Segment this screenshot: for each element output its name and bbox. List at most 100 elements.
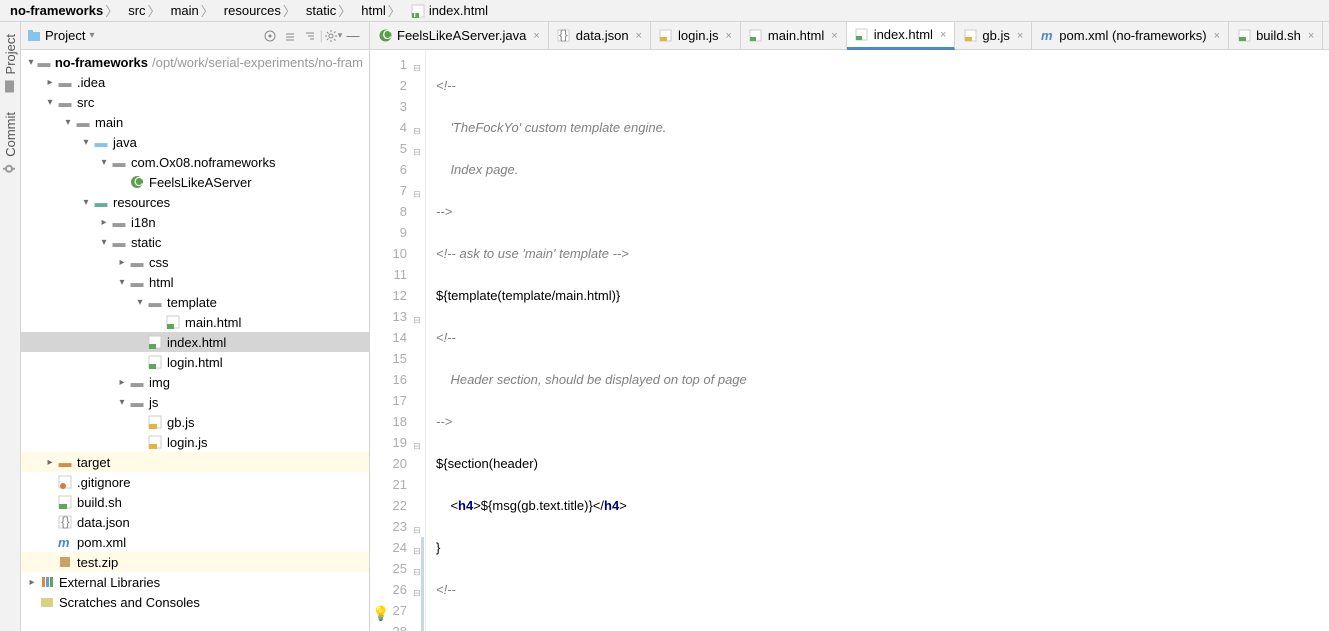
code-area[interactable]: <!-- 'TheFockYo' custom template engine.… (426, 50, 1329, 631)
js-file-icon (963, 29, 977, 43)
tree-loginhtml[interactable]: login.html (21, 352, 369, 372)
close-icon[interactable]: × (831, 30, 837, 42)
tab-pomxml[interactable]: mpom.xml (no-frameworks)× (1032, 22, 1229, 49)
tree-scratches[interactable]: Scratches and Consoles (21, 592, 369, 612)
tree-mainhtml[interactable]: main.html (21, 312, 369, 332)
folder-icon: ▬ (129, 394, 145, 410)
tree-html[interactable]: ▾▬html (21, 272, 369, 292)
tree-datajson[interactable]: {}data.json (21, 512, 369, 532)
folder-icon: ▬ (147, 294, 163, 310)
maven-icon: m (57, 534, 73, 550)
editor-body[interactable]: ⊟ ⊟ ⊟ ⊟ ⊟ ⊟ ⊟ ⊟ ⊟ ⊟ 💡 123456789101112131… (370, 50, 1329, 631)
left-tool-rail: Project Commit (0, 22, 21, 631)
svg-text:{}: {} (61, 515, 70, 529)
tab-gbjs[interactable]: gb.js× (955, 22, 1032, 49)
close-icon[interactable]: × (1017, 30, 1023, 42)
folder-icon: ▬ (111, 234, 127, 250)
html-file-icon (147, 354, 163, 370)
close-icon[interactable]: × (1214, 30, 1220, 42)
crumb-static[interactable]: static〉 (302, 1, 357, 20)
folder-icon: ▬ (57, 74, 73, 90)
tab-feelslikeaserver[interactable]: CFeelsLikeAServer.java× (370, 22, 549, 49)
crumb-resources[interactable]: resources〉 (220, 1, 302, 20)
close-icon[interactable]: × (1308, 30, 1314, 42)
tree-i18n[interactable]: ▸▬i18n (21, 212, 369, 232)
tree-buildsh[interactable]: build.sh (21, 492, 369, 512)
svg-text:C: C (134, 175, 143, 189)
tree-main[interactable]: ▾▬main (21, 112, 369, 132)
collapse-all-button[interactable] (300, 26, 320, 46)
project-view-selector[interactable]: Project ▾ (27, 28, 95, 43)
close-icon[interactable]: × (725, 30, 731, 42)
tree-src[interactable]: ▾▬src (21, 92, 369, 112)
module-icon: ▬ (37, 54, 51, 70)
tab-datajson[interactable]: {}data.json× (549, 22, 651, 49)
tree-idea[interactable]: ▸▬.idea (21, 72, 369, 92)
close-icon[interactable]: × (940, 29, 946, 41)
archive-icon (57, 554, 73, 570)
excluded-folder-icon: ▬ (57, 454, 73, 470)
tree-java[interactable]: ▾▬java (21, 132, 369, 152)
editor-pane: CFeelsLikeAServer.java× {}data.json× log… (370, 22, 1329, 631)
tree-template[interactable]: ▾▬template (21, 292, 369, 312)
close-icon[interactable]: × (533, 30, 539, 42)
rail-project-tab[interactable]: Project (1, 28, 20, 98)
sh-file-icon (57, 494, 73, 510)
html-file-icon (165, 314, 181, 330)
html-file-icon: H (411, 4, 425, 18)
tree-gbjs[interactable]: gb.js (21, 412, 369, 432)
tab-mainhtml[interactable]: main.html× (741, 22, 847, 49)
crumb-file[interactable]: H index.html (407, 3, 492, 18)
svg-text:C: C (382, 29, 391, 42)
breadcrumb: no-frameworks〉 src〉 main〉 resources〉 sta… (0, 0, 1329, 22)
tree-package[interactable]: ▾▬com.Ox08.noframeworks (21, 152, 369, 172)
rail-commit-tab[interactable]: Commit (1, 106, 20, 181)
folder-icon: ▬ (111, 214, 127, 230)
project-tree[interactable]: ▾▬no-frameworks/opt/work/serial-experime… (21, 50, 369, 631)
libraries-icon (39, 574, 55, 590)
close-icon[interactable]: × (636, 30, 642, 42)
tree-root[interactable]: ▾▬no-frameworks/opt/work/serial-experime… (21, 52, 369, 72)
source-folder-icon: ▬ (93, 134, 109, 150)
tree-static[interactable]: ▾▬static (21, 232, 369, 252)
gitignore-icon (57, 474, 73, 490)
html-file-icon (147, 334, 163, 350)
js-file-icon (659, 29, 673, 43)
tree-loginjs[interactable]: login.js (21, 432, 369, 452)
tree-js[interactable]: ▾▬js (21, 392, 369, 412)
settings-button[interactable]: ▾ (323, 26, 343, 46)
tree-pomxml[interactable]: mpom.xml (21, 532, 369, 552)
tree-css[interactable]: ▸▬css (21, 252, 369, 272)
tree-target[interactable]: ▸▬target (21, 452, 369, 472)
svg-text:m: m (58, 535, 70, 549)
tab-buildsh[interactable]: build.sh× (1229, 22, 1323, 49)
line-gutter[interactable]: ⊟ ⊟ ⊟ ⊟ ⊟ ⊟ ⊟ ⊟ ⊟ ⊟ 💡 123456789101112131… (370, 50, 426, 631)
java-class-icon: C (378, 29, 392, 43)
svg-text:H: H (413, 5, 422, 18)
tree-gitignore[interactable]: .gitignore (21, 472, 369, 492)
intention-bulb-icon[interactable]: 💡 (372, 603, 389, 624)
tree-resources[interactable]: ▾▬resources (21, 192, 369, 212)
tab-indexhtml[interactable]: index.html× (847, 22, 956, 50)
tree-testzip[interactable]: test.zip (21, 552, 369, 572)
crumb-html[interactable]: html〉 (357, 1, 407, 20)
tree-class[interactable]: CFeelsLikeAServer (21, 172, 369, 192)
maven-icon: m (1040, 29, 1054, 43)
folder-icon: ▬ (57, 94, 73, 110)
expand-all-button[interactable] (280, 26, 300, 46)
crumb-root[interactable]: no-frameworks〉 (6, 1, 124, 20)
java-class-icon: C (129, 174, 145, 190)
tree-indexhtml[interactable]: index.html (21, 332, 369, 352)
folder-icon: ▬ (75, 114, 91, 130)
scratches-icon (39, 594, 55, 610)
locate-file-button[interactable] (260, 26, 280, 46)
package-icon: ▬ (111, 154, 127, 170)
tab-loginjs[interactable]: login.js× (651, 22, 741, 49)
hide-button[interactable]: — (343, 26, 363, 46)
svg-text:m: m (1041, 29, 1053, 42)
crumb-main[interactable]: main〉 (167, 1, 220, 20)
tree-img[interactable]: ▸▬img (21, 372, 369, 392)
tree-extlib[interactable]: ▸External Libraries (21, 572, 369, 592)
crumb-src[interactable]: src〉 (124, 1, 166, 20)
json-file-icon: {} (557, 29, 571, 43)
